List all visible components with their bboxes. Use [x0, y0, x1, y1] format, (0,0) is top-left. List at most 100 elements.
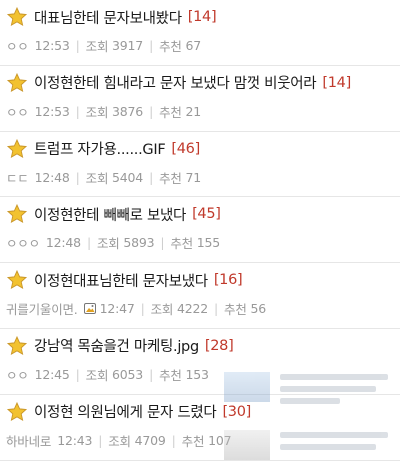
recommend-label: 추천	[159, 39, 182, 54]
recommend-label: 추천	[170, 236, 193, 252]
star-icon	[6, 270, 28, 290]
views-count: 5404	[112, 169, 144, 185]
post-title[interactable]: 이정현대표님한테 문자보냈다	[34, 270, 208, 291]
post-title-row[interactable]: 이정현 의원님에게 문자 드렸다 [30]	[6, 401, 400, 423]
meta-separator: |	[160, 235, 165, 251]
recommend-label: 추천	[181, 433, 205, 449]
post-title-row[interactable]: 이정현대표님한테 문자보냈다 [16]	[6, 269, 400, 291]
star-icon	[6, 204, 28, 224]
comment-count[interactable]: [30]	[222, 404, 251, 420]
meta-separator: |	[75, 169, 80, 185]
post-time: 12:48	[34, 169, 70, 185]
meta-separator: |	[140, 301, 145, 317]
post-author[interactable]: ㅇㅇㅇ	[6, 233, 40, 252]
meta-separator: |	[214, 301, 219, 317]
views-count: 5893	[123, 235, 155, 251]
views-count: 4222	[177, 301, 209, 317]
meta-separator: |	[149, 38, 154, 53]
post-author[interactable]: 하바네로	[6, 431, 51, 450]
post-meta: ㅇㅇㅇ 12:48 | 조회 5893 | 추천 155	[6, 233, 400, 252]
star-icon	[6, 401, 28, 421]
post-author[interactable]: ㅇㅇ	[6, 102, 29, 121]
comment-count[interactable]: [14]	[188, 9, 217, 25]
meta-separator: |	[149, 103, 154, 119]
comment-count[interactable]: [16]	[214, 272, 243, 288]
post-meta: ㅇㅇ 12:53 | 조회 3917 | 추천 67	[6, 36, 400, 55]
post-meta: ㅇㅇ 12:45 | 조회 6053 | 추천 153	[6, 365, 400, 384]
views-count: 4709	[134, 432, 166, 448]
recommend-count: 155	[196, 235, 221, 251]
post-time: 12:53	[34, 103, 70, 119]
post-meta: 하바네로 12:43 | 조회 4709 | 추천 107	[6, 431, 400, 450]
recommend-label: 추천	[159, 367, 182, 383]
star-icon	[6, 335, 28, 355]
post-item[interactable]: 강남역 목숨을건 마케팅.jpg [28] ㅇㅇ 12:45 | 조회 6053…	[0, 329, 400, 395]
views-label: 조회	[85, 367, 109, 383]
post-title[interactable]: 대표님한테 문자보내봤다	[34, 7, 182, 28]
recommend-count: 56	[250, 301, 266, 317]
post-item[interactable]: 트럼프 자가용......GIF [46] ㄷㄷ 12:48 | 조회 5404…	[0, 132, 400, 198]
meta-separator: |	[98, 432, 103, 448]
post-title[interactable]: 강남역 목숨을건 마케팅.jpg	[34, 335, 199, 356]
views-label: 조회	[108, 433, 131, 449]
post-item[interactable]: 이정현한테 빼빼로 보냈다 [45] ㅇㅇㅇ 12:48 | 조회 5893 |…	[0, 197, 400, 264]
star-icon	[6, 6, 28, 26]
meta-separator: |	[75, 366, 80, 382]
meta-separator: |	[171, 432, 176, 448]
post-title[interactable]: 트럼프 자가용......GIF	[34, 138, 166, 159]
post-title[interactable]: 이정현한테 힘내라고 문자 보냈다 맘껏 비웃어라	[34, 72, 317, 93]
post-item[interactable]: 대표님한테 문자보내봤다 [14] ㅇㅇ 12:53 | 조회 3917 | 추…	[0, 0, 400, 66]
comment-count[interactable]: [14]	[322, 75, 351, 91]
views-label: 조회	[85, 104, 109, 120]
recommend-count: 107	[208, 432, 232, 448]
recommend-count: 21	[185, 103, 201, 119]
post-title-row[interactable]: 이정현한테 빼빼로 보냈다 [45]	[6, 203, 400, 225]
post-title[interactable]: 이정현한테 빼빼로 보냈다	[34, 204, 186, 225]
recommend-label: 추천	[159, 104, 182, 120]
views-label: 조회	[85, 170, 109, 186]
star-icon	[6, 72, 28, 92]
post-time: 12:47	[99, 301, 135, 317]
comment-count[interactable]: [45]	[192, 206, 221, 222]
comment-count[interactable]: [46]	[171, 141, 200, 157]
views-label: 조회	[85, 39, 109, 54]
views-count: 3917	[112, 38, 144, 53]
post-title-row[interactable]: 이정현한테 힘내라고 문자 보냈다 맘껏 비웃어라 [14]	[6, 72, 400, 94]
meta-separator: |	[75, 103, 80, 119]
star-icon	[6, 138, 28, 158]
views-count: 6053	[112, 366, 144, 382]
meta-separator: |	[149, 366, 154, 382]
post-author[interactable]: ㅇㅇ	[6, 365, 29, 384]
views-count: 3876	[112, 103, 144, 119]
meta-separator: |	[149, 169, 154, 185]
recommend-count: 71	[185, 169, 201, 185]
recommend-count: 67	[185, 38, 201, 53]
post-time: 12:48	[45, 235, 81, 251]
post-list: 대표님한테 문자보내봤다 [14] ㅇㅇ 12:53 | 조회 3917 | 추…	[0, 0, 400, 461]
meta-separator: |	[86, 235, 91, 251]
post-meta: ㄷㄷ 12:48 | 조회 5404 | 추천 71	[6, 168, 400, 187]
post-time: 12:53	[34, 38, 70, 53]
views-label: 조회	[150, 302, 174, 318]
post-title-row[interactable]: 강남역 목숨을건 마케팅.jpg [28]	[6, 335, 400, 357]
post-item[interactable]: 이정현한테 힘내라고 문자 보냈다 맘껏 비웃어라 [14] ㅇㅇ 12:53 …	[0, 66, 400, 132]
post-time: 12:45	[34, 366, 70, 382]
post-meta: ㅇㅇ 12:53 | 조회 3876 | 추천 21	[6, 102, 400, 121]
views-label: 조회	[96, 236, 120, 252]
image-icon	[83, 303, 96, 315]
meta-separator: |	[75, 38, 80, 53]
recommend-label: 추천	[224, 302, 247, 318]
post-item[interactable]: 이정현대표님한테 문자보냈다 [16] 귀를기울이면. 12:47 | 조회 4…	[0, 263, 400, 329]
post-time: 12:43	[57, 432, 93, 448]
post-author[interactable]: ㄷㄷ	[6, 168, 29, 187]
post-item[interactable]: 이정현 의원님에게 문자 드렸다 [30] 하바네로 12:43 | 조회 47…	[0, 395, 400, 461]
recommend-label: 추천	[159, 170, 182, 186]
post-title[interactable]: 이정현 의원님에게 문자 드렸다	[34, 401, 217, 422]
recommend-count: 153	[185, 366, 209, 382]
post-meta: 귀를기울이면. 12:47 | 조회 4222 | 추천 56	[6, 299, 400, 318]
post-title-row[interactable]: 대표님한테 문자보내봤다 [14]	[6, 6, 400, 28]
post-author[interactable]: 귀를기울이면.	[6, 299, 78, 318]
comment-count[interactable]: [28]	[205, 338, 234, 354]
post-author[interactable]: ㅇㅇ	[6, 36, 29, 55]
post-title-row[interactable]: 트럼프 자가용......GIF [46]	[6, 138, 400, 160]
